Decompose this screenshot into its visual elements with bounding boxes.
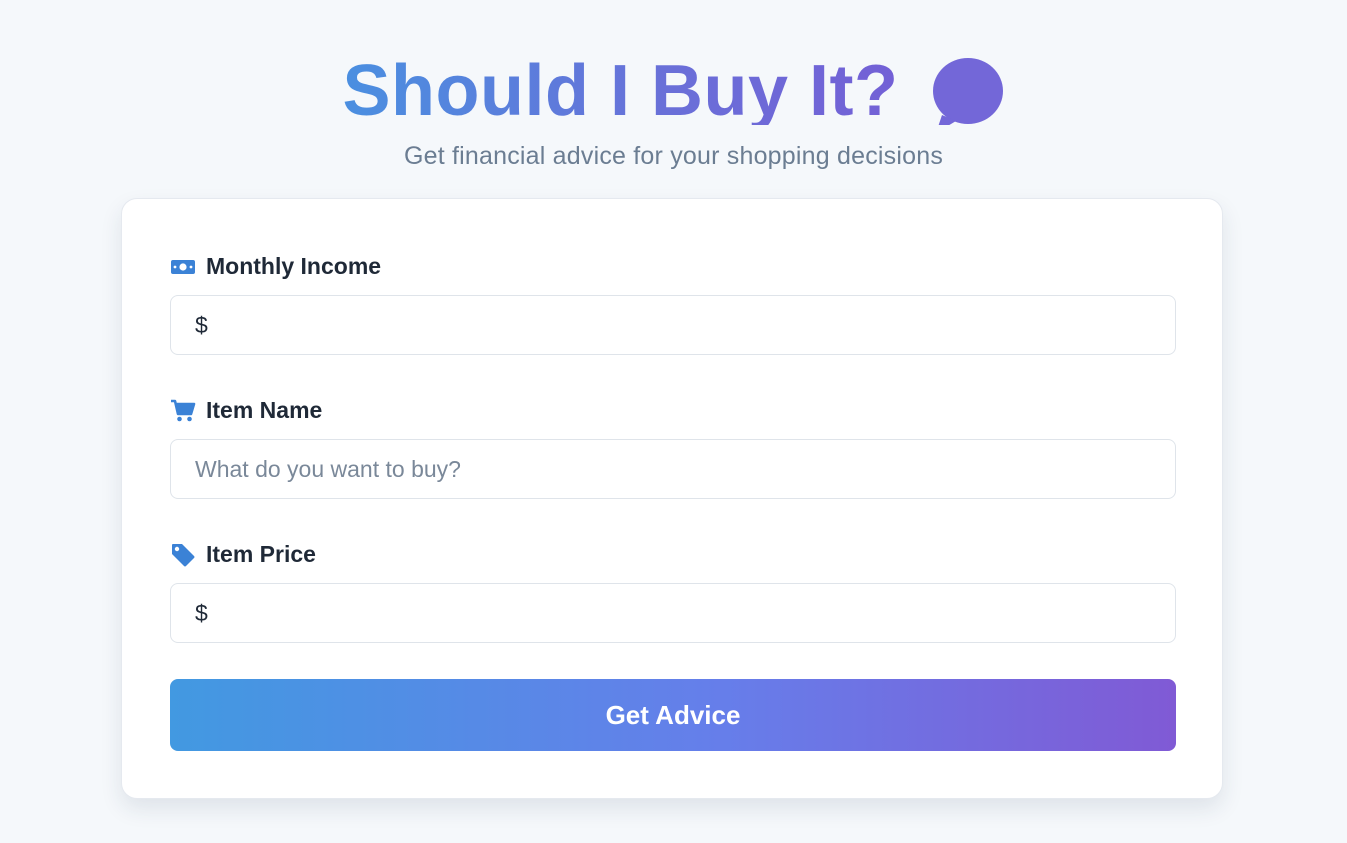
item-price-input[interactable]: $ — [170, 583, 1176, 643]
item-name-placeholder: What do you want to buy? — [195, 455, 461, 482]
speech-bubble-icon — [932, 51, 1004, 125]
currency-prefix: $ — [195, 599, 208, 626]
page-subtitle: Get financial advice for your shopping d… — [403, 142, 944, 170]
money-bill-icon — [170, 254, 196, 280]
title-row: Should I Buy It? — [0, 48, 1347, 128]
item-price-label: Item Price — [170, 541, 316, 568]
item-price-label-text: Item Price — [206, 541, 316, 567]
monthly-income-input[interactable]: $ — [170, 295, 1176, 355]
page-title: Should I Buy It? — [342, 51, 899, 125]
item-name-label: Item Name — [170, 397, 322, 424]
monthly-income-label: Monthly Income — [170, 253, 381, 280]
shopping-cart-icon — [170, 398, 196, 424]
monthly-income-label-text: Monthly Income — [206, 253, 382, 279]
item-name-input[interactable]: What do you want to buy? — [170, 439, 1176, 499]
item-name-label-text: Item Name — [206, 397, 323, 423]
currency-prefix: $ — [195, 311, 208, 338]
page-header: Should I Buy It? Get financial advice fo… — [0, 48, 1347, 171]
get-advice-button[interactable]: Get Advice — [170, 679, 1176, 751]
advice-form-card: Monthly Income $ Item Name What do you w… — [121, 198, 1223, 799]
price-tag-icon — [170, 542, 196, 568]
